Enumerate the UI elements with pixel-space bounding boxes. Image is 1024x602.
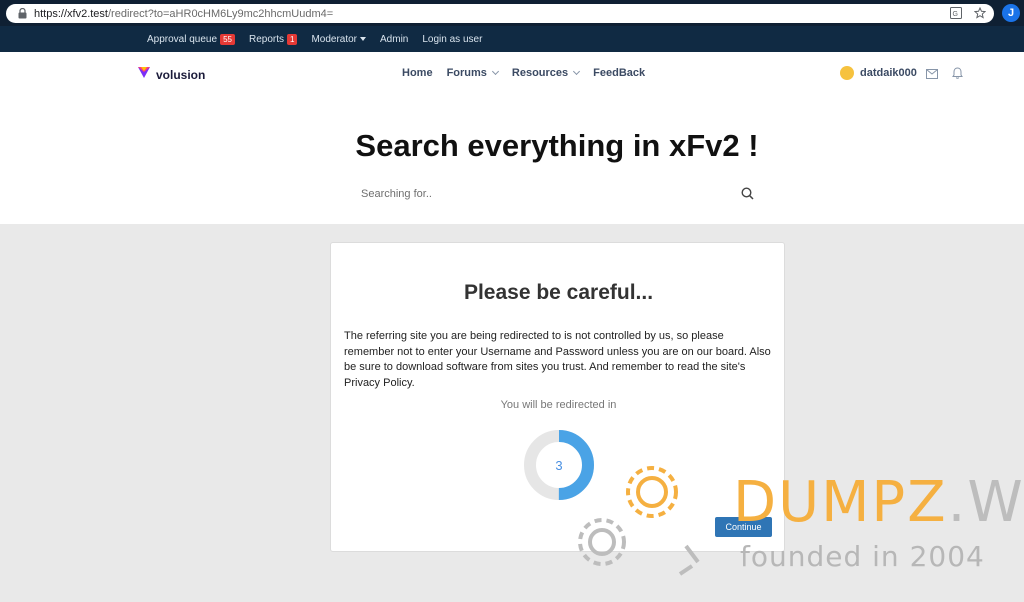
logo-text: volusion xyxy=(156,67,206,82)
nav-home[interactable]: Home xyxy=(402,67,433,79)
user-menu[interactable]: datdaik000 xyxy=(840,52,917,94)
nav-resources-label: Resources xyxy=(511,67,569,79)
warning-message: The referring site you are being redirec… xyxy=(344,330,771,389)
admin-link[interactable]: Admin xyxy=(380,34,408,45)
redirect-label: You will be redirected in xyxy=(500,399,617,411)
nav-feedback-label: FeedBack xyxy=(593,67,646,79)
caret-down-icon xyxy=(360,37,367,41)
watermark-brand: DUMPZ.WS xyxy=(733,470,1024,535)
hero-title: Search everything in xFv2 ! xyxy=(355,128,759,163)
site-header: volusion Home Forums Resources FeedBack … xyxy=(0,52,1024,94)
translate-icon[interactable]: G xyxy=(950,6,962,24)
chevron-down-icon xyxy=(573,67,581,76)
approval-queue-link[interactable]: Approval queue 55 xyxy=(147,33,235,45)
search-icon[interactable] xyxy=(741,187,754,205)
search-box xyxy=(356,182,758,206)
search-hero: Search everything in xFv2 ! xyxy=(0,94,1024,224)
nav-forums-label: Forums xyxy=(446,67,487,79)
chevron-down-icon xyxy=(491,67,499,76)
bell-icon[interactable] xyxy=(952,66,963,84)
nav-feedback[interactable]: FeedBack xyxy=(593,67,645,79)
lock-icon xyxy=(16,8,28,20)
volusion-logo-icon xyxy=(137,65,151,84)
reports-label: Reports xyxy=(248,33,284,45)
nav-home-label: Home xyxy=(402,67,433,79)
approval-count-badge: 55 xyxy=(220,33,235,45)
moderator-menu[interactable]: Moderator xyxy=(311,33,367,45)
search-input[interactable] xyxy=(356,188,726,200)
user-avatar xyxy=(840,66,854,80)
moderator-label: Moderator xyxy=(311,33,358,45)
redirect-warning-card: Please be careful... The referring site … xyxy=(330,242,785,552)
staff-bar: Approval queue 55 Reports 1 Moderator Ad… xyxy=(0,26,1024,52)
svg-text:G: G xyxy=(953,11,958,18)
reports-count-badge: 1 xyxy=(286,33,298,45)
bookmark-star-icon[interactable] xyxy=(973,6,987,24)
login-as-user-link[interactable]: Login as user xyxy=(422,34,482,45)
address-bar[interactable]: https://xfv2.test/redirect?to=aHR0cHM6Ly… xyxy=(6,4,994,23)
username: datdaik000 xyxy=(860,67,917,79)
mail-icon[interactable] xyxy=(926,66,938,84)
reports-link[interactable]: Reports 1 xyxy=(248,33,298,45)
site-logo[interactable]: volusion xyxy=(137,65,205,84)
nav-resources[interactable]: Resources xyxy=(511,67,581,79)
watermark-tagline: founded in 2004 xyxy=(740,540,985,573)
approval-queue-label: Approval queue xyxy=(147,33,218,45)
url-text: https://xfv2.test/redirect?to=aHR0cHM6Ly… xyxy=(34,7,334,20)
card-title: Please be careful... xyxy=(463,281,654,304)
nav-forums[interactable]: Forums xyxy=(446,67,499,79)
profile-avatar[interactable]: J xyxy=(1002,4,1020,22)
browser-toolbar: https://xfv2.test/redirect?to=aHR0cHM6Ly… xyxy=(0,0,1024,26)
main-nav: Home Forums Resources FeedBack xyxy=(402,52,645,94)
gears-watermark-icon xyxy=(566,458,706,585)
